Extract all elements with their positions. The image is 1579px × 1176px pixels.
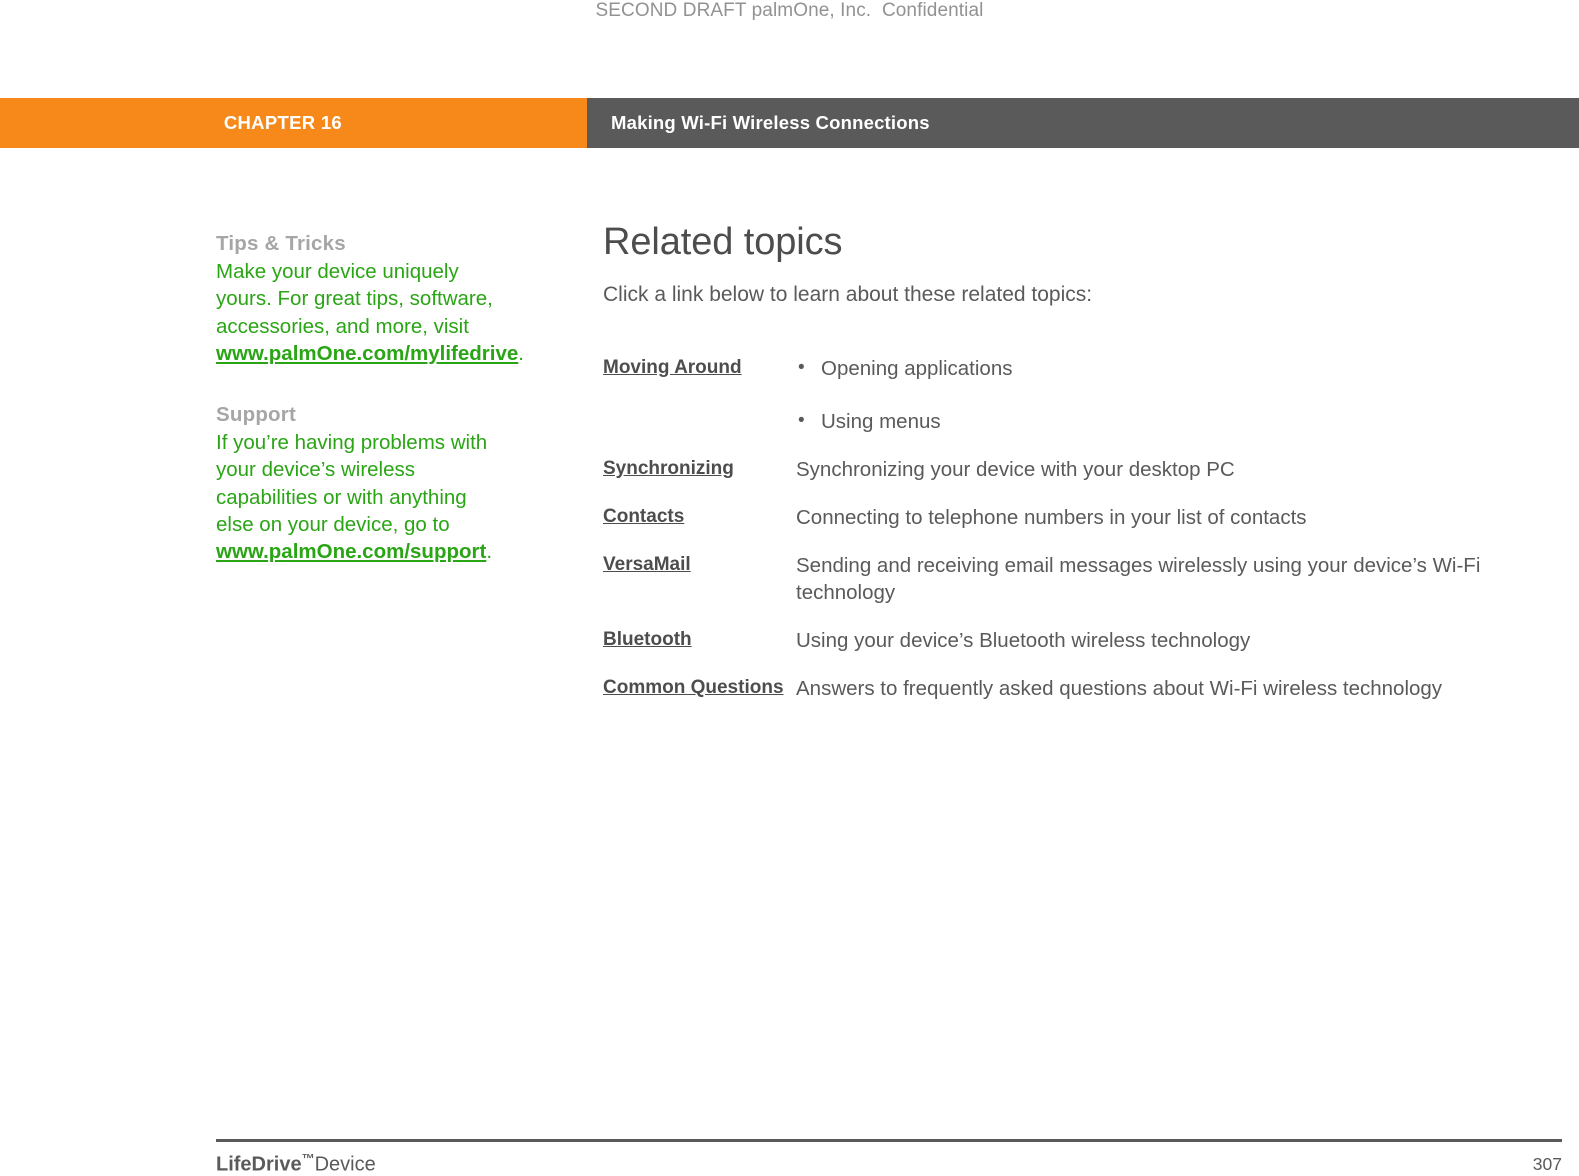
topic-desc-cell-moving-around: Opening applications Using menus <box>796 355 1538 456</box>
chapter-header-bar: CHAPTER 16 Making Wi-Fi Wireless Connect… <box>0 98 1579 148</box>
topic-link-synchronizing[interactable]: Synchronizing <box>603 458 734 479</box>
sidebar: Tips & Tricks Make your device uniquely … <box>216 230 506 600</box>
table-row: Bluetooth Using your device’s Bluetooth … <box>603 627 1538 675</box>
topic-description-common-questions: Answers to frequently asked questions ab… <box>796 675 1538 723</box>
topic-link-moving-around[interactable]: Moving Around <box>603 357 742 378</box>
topic-description-contacts: Connecting to telephone numbers in your … <box>796 504 1538 552</box>
topic-link-cell-synchronizing: Synchronizing <box>603 456 796 504</box>
table-row: Synchronizing Synchronizing your device … <box>603 456 1538 504</box>
chapter-title-block: Making Wi-Fi Wireless Connections <box>587 98 1579 148</box>
footer-brand-suffix: Device <box>315 1153 376 1175</box>
sidebar-body-support: If you’re having problems with your devi… <box>216 431 487 536</box>
intro-paragraph: Click a link below to learn about these … <box>603 281 1538 309</box>
topic-link-common-questions[interactable]: Common Questions <box>603 677 784 698</box>
topic-bullet-list-moving-around: Opening applications Using menus <box>796 355 1538 435</box>
list-item: Using menus <box>796 408 1538 435</box>
trademark-icon: ™ <box>302 1151 315 1166</box>
topic-link-bluetooth[interactable]: Bluetooth <box>603 629 692 650</box>
topic-link-cell-moving-around: Moving Around <box>603 355 796 456</box>
topic-link-cell-bluetooth: Bluetooth <box>603 627 796 675</box>
footer-divider <box>216 1139 1562 1142</box>
page-number: 307 <box>1533 1154 1562 1175</box>
sidebar-text-tips-and-tricks: Make your device uniquely yours. For gre… <box>216 258 506 367</box>
table-row: Moving Around Opening applications Using… <box>603 355 1538 456</box>
footer-row: LifeDrive™Device 307 <box>216 1151 1562 1176</box>
table-row: VersaMail Sending and receiving email me… <box>603 552 1538 627</box>
sidebar-heading-support: Support <box>216 401 506 428</box>
topic-description-versamail: Sending and receiving email messages wir… <box>796 552 1538 627</box>
sidebar-period-tips-and-tricks: . <box>518 342 524 365</box>
topic-link-cell-contacts: Contacts <box>603 504 796 552</box>
topic-link-versamail[interactable]: VersaMail <box>603 554 691 575</box>
list-item: Opening applications <box>796 355 1538 382</box>
topic-description-bluetooth: Using your device’s Bluetooth wireless t… <box>796 627 1538 675</box>
main-content: Related topics Click a link below to lea… <box>603 218 1538 723</box>
chapter-title-label: Making Wi-Fi Wireless Connections <box>611 112 930 134</box>
page-body: Tips & Tricks Make your device uniquely … <box>0 148 1579 1128</box>
topic-link-cell-common-questions: Common Questions <box>603 675 796 723</box>
draft-confidential-notice: SECOND DRAFT palmOne, Inc. Confidential <box>0 0 1579 22</box>
sidebar-link-support[interactable]: www.palmOne.com/support <box>216 540 486 563</box>
sidebar-block-support: Support If you’re having problems with y… <box>216 401 506 565</box>
chapter-number-label: CHAPTER 16 <box>224 112 342 134</box>
chapter-number-block: CHAPTER 16 <box>0 98 587 148</box>
sidebar-heading-tips-and-tricks: Tips & Tricks <box>216 230 506 257</box>
footer-brand: LifeDrive™Device <box>216 1151 376 1176</box>
related-topics-table: Moving Around Opening applications Using… <box>603 355 1538 723</box>
topic-link-contacts[interactable]: Contacts <box>603 506 684 527</box>
sidebar-body-tips-and-tricks: Make your device uniquely yours. For gre… <box>216 260 493 338</box>
table-row: Contacts Connecting to telephone numbers… <box>603 504 1538 552</box>
footer-brand-name: LifeDrive <box>216 1153 302 1175</box>
table-row: Common Questions Answers to frequently a… <box>603 675 1538 723</box>
sidebar-link-mylifedrive[interactable]: www.palmOne.com/mylifedrive <box>216 342 518 365</box>
sidebar-block-tips-and-tricks: Tips & Tricks Make your device uniquely … <box>216 230 506 367</box>
page-footer: LifeDrive™Device 307 <box>216 1139 1562 1176</box>
topic-link-cell-versamail: VersaMail <box>603 552 796 627</box>
sidebar-text-support: If you’re having problems with your devi… <box>216 429 506 565</box>
sidebar-period-support: . <box>486 540 492 563</box>
topic-description-synchronizing: Synchronizing your device with your desk… <box>796 456 1538 504</box>
page-title: Related topics <box>603 218 1538 266</box>
